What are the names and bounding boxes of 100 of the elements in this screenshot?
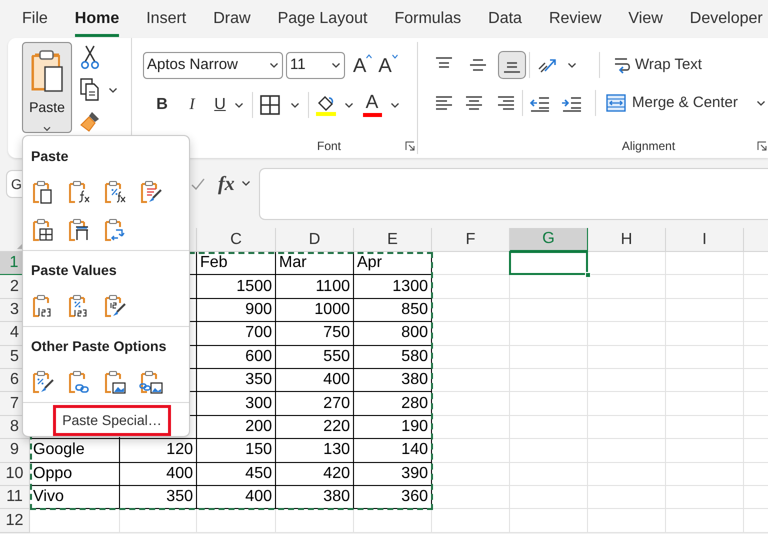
caret-up-icon bbox=[366, 54, 372, 58]
row-header[interactable]: 10 bbox=[0, 462, 30, 486]
paint-bucket-icon[interactable] bbox=[316, 94, 336, 116]
menu-section-title: Paste bbox=[30, 146, 70, 166]
table-cell: 130 bbox=[276, 439, 354, 463]
table-cell: 380 bbox=[354, 368, 432, 392]
column-header[interactable]: E bbox=[354, 228, 432, 252]
clipboard-link-picture-icon[interactable] bbox=[139, 370, 163, 394]
menu-tab[interactable]: Draw bbox=[213, 0, 251, 37]
paintbrush-icon[interactable] bbox=[80, 110, 102, 132]
row-header[interactable]: 9 bbox=[0, 439, 30, 463]
chevron-down-icon[interactable] bbox=[269, 62, 279, 69]
chevron-down-icon[interactable] bbox=[234, 102, 244, 108]
chevron-down-icon[interactable] bbox=[344, 102, 354, 108]
table-cell: 400 bbox=[276, 368, 354, 392]
table-cell: 600 bbox=[197, 346, 276, 369]
table-cell: 1000 bbox=[276, 298, 354, 322]
table-cell: 700 bbox=[197, 322, 276, 346]
menu-tab[interactable]: File bbox=[22, 0, 48, 37]
menu-section-title: Other Paste Options bbox=[30, 336, 168, 356]
table-cell: 280 bbox=[354, 392, 432, 416]
table-cell: 550 bbox=[276, 346, 354, 369]
menu-tab[interactable]: Insert bbox=[146, 0, 186, 37]
table-cell: Vivo bbox=[30, 486, 120, 510]
menu-tab[interactable]: Data bbox=[488, 0, 522, 37]
clipboard-column-icon[interactable] bbox=[67, 218, 91, 242]
table-cell: 380 bbox=[276, 486, 354, 510]
column-header[interactable]: F bbox=[432, 228, 510, 252]
dialog-launcher-icon[interactable] bbox=[757, 141, 767, 151]
grow-font-button[interactable]: A bbox=[353, 50, 372, 80]
column-header[interactable]: D bbox=[276, 228, 354, 252]
clipboard-grid-icon[interactable] bbox=[31, 218, 55, 242]
table-cell: 900 bbox=[197, 298, 276, 322]
menu-tab[interactable]: Formulas bbox=[394, 0, 462, 37]
menu-tab[interactable]: Review bbox=[548, 0, 602, 37]
font-color-button[interactable]: A bbox=[362, 93, 382, 117]
wrap-text-button[interactable]: Wrap Text bbox=[613, 54, 702, 76]
group-label: Alignment bbox=[622, 138, 676, 155]
check-icon[interactable] bbox=[190, 176, 206, 192]
chevron-down-icon bbox=[42, 126, 52, 132]
chevron-down-icon[interactable] bbox=[240, 180, 251, 187]
clipboard-picture-icon[interactable] bbox=[103, 370, 127, 394]
paste-special-button[interactable]: Paste Special… bbox=[53, 405, 171, 436]
table-cell: 190 bbox=[354, 416, 432, 440]
table-cell: 350 bbox=[120, 486, 197, 510]
column-header[interactable]: C bbox=[197, 228, 276, 252]
merge-center-button[interactable]: Merge & Center bbox=[606, 92, 738, 114]
italic-button[interactable]: I bbox=[183, 93, 201, 117]
clipboard-brush-icon[interactable] bbox=[139, 180, 163, 204]
table-cell: 350 bbox=[197, 368, 276, 392]
underline-button[interactable]: U bbox=[211, 93, 229, 117]
dialog-launcher-icon[interactable] bbox=[404, 141, 415, 151]
table-cell: Mar bbox=[276, 252, 354, 276]
merge-cells-icon bbox=[606, 93, 626, 113]
chevron-down-icon[interactable] bbox=[331, 62, 341, 69]
clipboard-arrow-icon[interactable] bbox=[103, 218, 127, 242]
bold-button[interactable]: B bbox=[153, 93, 171, 117]
table-cell: 1100 bbox=[276, 275, 354, 299]
paste-button[interactable]: Paste bbox=[22, 42, 72, 133]
clipboard-icon bbox=[29, 49, 65, 93]
function-button[interactable]: fx bbox=[218, 169, 235, 199]
chevron-down-icon[interactable] bbox=[390, 102, 400, 108]
align-bottom-button[interactable] bbox=[498, 51, 526, 79]
table-cell: 1500 bbox=[197, 275, 276, 299]
group-label: Font bbox=[316, 138, 341, 155]
column-header[interactable]: I bbox=[666, 228, 744, 252]
table-cell: 120 bbox=[120, 439, 197, 463]
table-cell: 800 bbox=[354, 322, 432, 346]
clipboard-values-brush-icon[interactable] bbox=[103, 294, 127, 318]
chevron-down-icon[interactable] bbox=[756, 100, 766, 106]
table-cell: 300 bbox=[197, 392, 276, 416]
row-header[interactable]: 12 bbox=[0, 509, 30, 533]
chevron-down-icon[interactable] bbox=[567, 62, 577, 68]
borders-grid-icon[interactable] bbox=[260, 95, 280, 115]
table-cell: 390 bbox=[354, 462, 432, 486]
clipboard-formula-icon[interactable] bbox=[67, 180, 91, 204]
formula-input-field[interactable] bbox=[258, 168, 768, 220]
fill-handle[interactable] bbox=[585, 272, 591, 278]
row-header[interactable]: 11 bbox=[0, 486, 30, 510]
table-cell: 200 bbox=[197, 416, 276, 440]
clipboard-percent-brush-icon[interactable] bbox=[31, 370, 55, 394]
table-cell: 450 bbox=[197, 462, 276, 486]
scissors-icon[interactable] bbox=[80, 44, 100, 70]
table-cell: 850 bbox=[354, 298, 432, 322]
table-cell: 420 bbox=[276, 462, 354, 486]
shrink-font-button[interactable]: A bbox=[378, 50, 398, 80]
copy-icon[interactable] bbox=[80, 78, 100, 102]
clipboard-link-icon[interactable] bbox=[67, 370, 91, 394]
column-header[interactable]: H bbox=[588, 228, 666, 252]
menu-tab[interactable]: Developer bbox=[690, 0, 763, 37]
chevron-down-icon[interactable] bbox=[290, 102, 300, 108]
font-name-field[interactable]: Aptos Narrow bbox=[143, 52, 283, 79]
table-cell: 140 bbox=[354, 439, 432, 463]
font-size-field[interactable]: 11 bbox=[286, 52, 345, 79]
table-cell: 750 bbox=[276, 322, 354, 346]
menu-tab[interactable]: View bbox=[628, 0, 663, 37]
menu-tab[interactable]: Page Layout bbox=[278, 0, 368, 37]
chevron-down-icon[interactable] bbox=[108, 86, 118, 94]
table-cell: Apr bbox=[354, 252, 432, 276]
clipboard-percent-formula-icon[interactable] bbox=[103, 180, 127, 204]
